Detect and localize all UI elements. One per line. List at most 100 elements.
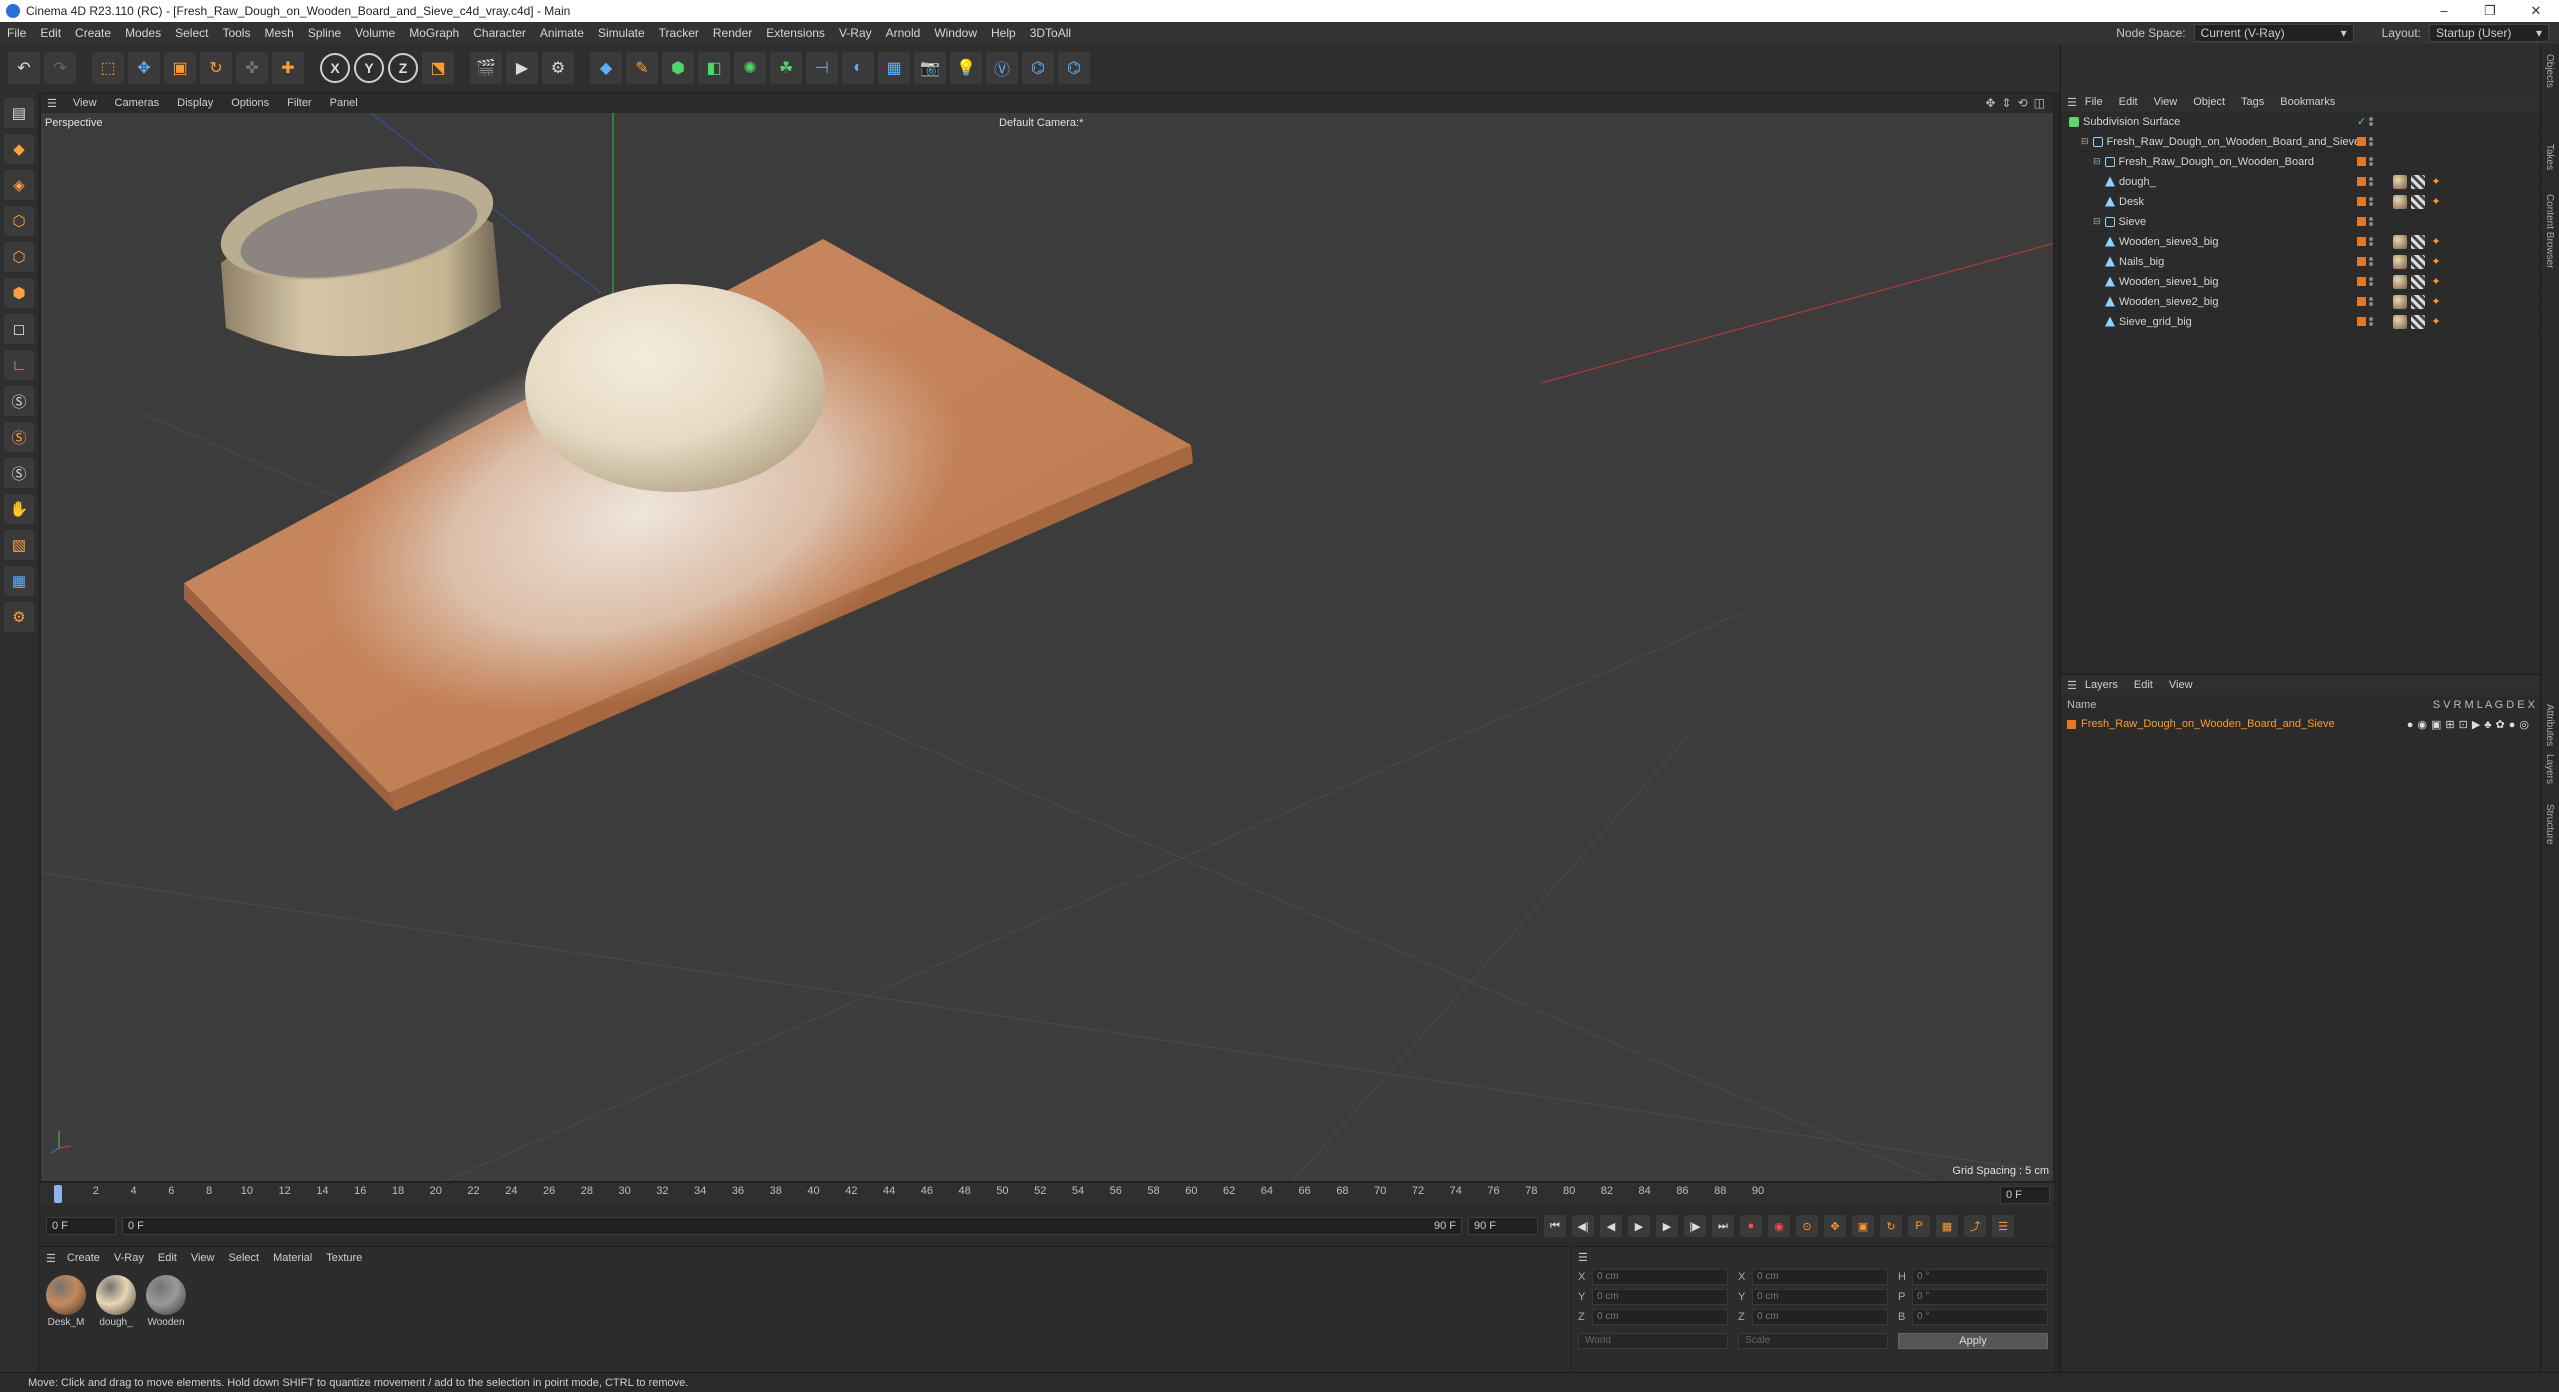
layer-color-swatch[interactable] <box>2357 257 2366 266</box>
next-key-icon[interactable]: |▶ <box>1684 1215 1706 1237</box>
layer-color-swatch[interactable] <box>2357 317 2366 326</box>
motion-path-icon[interactable]: ⤴ <box>1964 1215 1986 1237</box>
viewport-menu-options[interactable]: Options <box>223 97 277 109</box>
side-tab-attributes[interactable]: Attributes <box>2544 704 2555 746</box>
live-selection-icon[interactable]: ⬚ <box>92 52 124 84</box>
step-forward-icon[interactable]: ▶ <box>1656 1215 1678 1237</box>
visibility-dots-icon[interactable] <box>2369 257 2373 266</box>
expand-arrow-icon[interactable]: ⊟ <box>2093 156 2101 167</box>
material-menu-view[interactable]: View <box>184 1252 222 1264</box>
material-menu-create[interactable]: Create <box>60 1252 107 1264</box>
layer-menu-layers[interactable]: Layers <box>2077 679 2126 691</box>
object-row[interactable]: ⊟ Sieve <box>2061 212 2541 232</box>
move-tool-icon[interactable]: ✥ <box>128 52 160 84</box>
visibility-dots-icon[interactable] <box>2369 177 2373 186</box>
start-frame-field[interactable]: 0 F <box>46 1217 116 1235</box>
pen-icon[interactable]: ✎ <box>626 52 658 84</box>
coord-value-field[interactable]: 0 cm <box>1592 1289 1728 1305</box>
axis-x-toggle[interactable]: X <box>320 53 350 83</box>
key-rotation-icon[interactable]: ↻ <box>1880 1215 1902 1237</box>
menu-file[interactable]: File <box>0 26 33 40</box>
material-menu-select[interactable]: Select <box>222 1252 267 1264</box>
coord-mode-dropdown[interactable]: World <box>1578 1333 1728 1349</box>
side-tab-takes[interactable]: Takes <box>2544 144 2555 170</box>
material-swatch[interactable]: Desk_M <box>44 1275 88 1328</box>
material-swatch[interactable]: Wooden <box>144 1275 188 1328</box>
move-view-icon[interactable]: ✥ <box>1985 96 1995 110</box>
object-menu-tags[interactable]: Tags <box>2233 96 2272 108</box>
coord-value-field[interactable]: 0 cm <box>1592 1309 1728 1325</box>
polygon-mode-icon[interactable]: ⬢ <box>4 278 34 308</box>
add-object-icon[interactable]: ✚ <box>272 52 304 84</box>
menu-v-ray[interactable]: V-Ray <box>832 26 879 40</box>
cube-icon[interactable]: ◆ <box>590 52 622 84</box>
layer-color-swatch[interactable] <box>2357 137 2366 146</box>
material-menu-material[interactable]: Material <box>266 1252 319 1264</box>
material-tag-icon[interactable] <box>2393 314 2407 329</box>
vray-tag-icon[interactable]: ✦ <box>2429 255 2443 269</box>
layer-color-swatch[interactable] <box>2357 177 2366 186</box>
texture-mode-icon[interactable]: ◈ <box>4 170 34 200</box>
material-menu-texture[interactable]: Texture <box>319 1252 369 1264</box>
render-settings-icon[interactable]: ⚙ <box>542 52 574 84</box>
material-tag-icon[interactable] <box>2393 174 2407 189</box>
apply-button[interactable]: Apply <box>1898 1333 2048 1349</box>
coord-value-field[interactable]: 0 cm <box>1752 1309 1888 1325</box>
side-tab-structure[interactable]: Structure <box>2544 804 2555 845</box>
rotate-tool-icon[interactable]: ↻ <box>200 52 232 84</box>
viewport-menu-icon[interactable]: ☰ <box>47 97 57 110</box>
coord-value-field[interactable]: 0 cm <box>1752 1289 1888 1305</box>
menu-spline[interactable]: Spline <box>301 26 348 40</box>
viewport-camera-label[interactable]: Default Camera:* <box>999 117 1083 129</box>
keyframe-selection-icon[interactable]: ⊙ <box>1796 1215 1818 1237</box>
object-row[interactable]: ⊟ Fresh_Raw_Dough_on_Wooden_Board <box>2061 152 2541 172</box>
close-button[interactable]: ✕ <box>2513 0 2559 22</box>
vray-tag-icon[interactable]: ✦ <box>2429 195 2443 209</box>
render-view-icon[interactable]: ▶ <box>506 52 538 84</box>
uv-mode-icon[interactable]: ◻ <box>4 314 34 344</box>
menu-extensions[interactable]: Extensions <box>759 26 832 40</box>
uvw-tag-icon[interactable] <box>2411 294 2425 309</box>
key-scale-icon[interactable]: ▣ <box>1852 1215 1874 1237</box>
vray-tag-icon[interactable]: ✦ <box>2429 175 2443 189</box>
minimize-button[interactable]: – <box>2421 0 2467 22</box>
visibility-dots-icon[interactable] <box>2369 237 2373 246</box>
menu-mesh[interactable]: Mesh <box>257 26 300 40</box>
visibility-dots-icon[interactable] <box>2369 317 2373 326</box>
menu-mograph[interactable]: MoGraph <box>402 26 466 40</box>
object-menu-bookmarks[interactable]: Bookmarks <box>2272 96 2343 108</box>
current-frame-field[interactable]: 0 F <box>2000 1186 2050 1204</box>
side-tab-content-browser[interactable]: Content Browser <box>2544 194 2555 268</box>
go-to-start-icon[interactable]: ⏮ <box>1544 1215 1566 1237</box>
field-icon[interactable]: ◐ <box>842 52 874 84</box>
object-menu-edit[interactable]: Edit <box>2111 96 2146 108</box>
uvw-tag-icon[interactable] <box>2411 174 2425 189</box>
visibility-dots-icon[interactable] <box>2369 117 2374 126</box>
layer-color-swatch[interactable] <box>2357 277 2366 286</box>
vray-tag-icon[interactable]: ✦ <box>2429 235 2443 249</box>
menu-animate[interactable]: Animate <box>533 26 591 40</box>
menu-volume[interactable]: Volume <box>348 26 402 40</box>
material-swatch[interactable]: dough_ <box>94 1275 138 1328</box>
make-editable-icon[interactable]: ▤ <box>4 98 34 128</box>
axis-z-toggle[interactable]: Z <box>388 53 418 83</box>
coordinate-system-icon[interactable]: ⬔ <box>422 52 454 84</box>
edge-mode-icon[interactable]: ⬡ <box>4 242 34 272</box>
step-back-icon[interactable]: ◀ <box>1600 1215 1622 1237</box>
toggle-view-icon[interactable]: ◫ <box>2034 96 2045 110</box>
menu-help[interactable]: Help <box>984 26 1023 40</box>
autokey-icon[interactable]: ◉ <box>1768 1215 1790 1237</box>
timeline-ruler[interactable]: 0246810121416182022242628303234363840424… <box>40 1182 2054 1206</box>
uvw-tag-icon[interactable] <box>2411 274 2425 289</box>
previous-key-icon[interactable]: ◀| <box>1572 1215 1594 1237</box>
object-menu-view[interactable]: View <box>2146 96 2186 108</box>
visibility-dots-icon[interactable] <box>2369 157 2373 166</box>
go-to-end-icon[interactable]: ⏭ <box>1712 1215 1734 1237</box>
grid-icon[interactable]: ▦ <box>4 566 34 596</box>
menu-select[interactable]: Select <box>168 26 215 40</box>
object-row[interactable]: Wooden_sieve3_big ✦ <box>2061 232 2541 252</box>
python-icon[interactable]: ⌬ <box>1022 52 1054 84</box>
material-tag-icon[interactable] <box>2393 294 2407 309</box>
object-row[interactable]: Sieve_grid_big ✦ <box>2061 312 2541 332</box>
undo-icon[interactable]: ↶ <box>8 52 40 84</box>
